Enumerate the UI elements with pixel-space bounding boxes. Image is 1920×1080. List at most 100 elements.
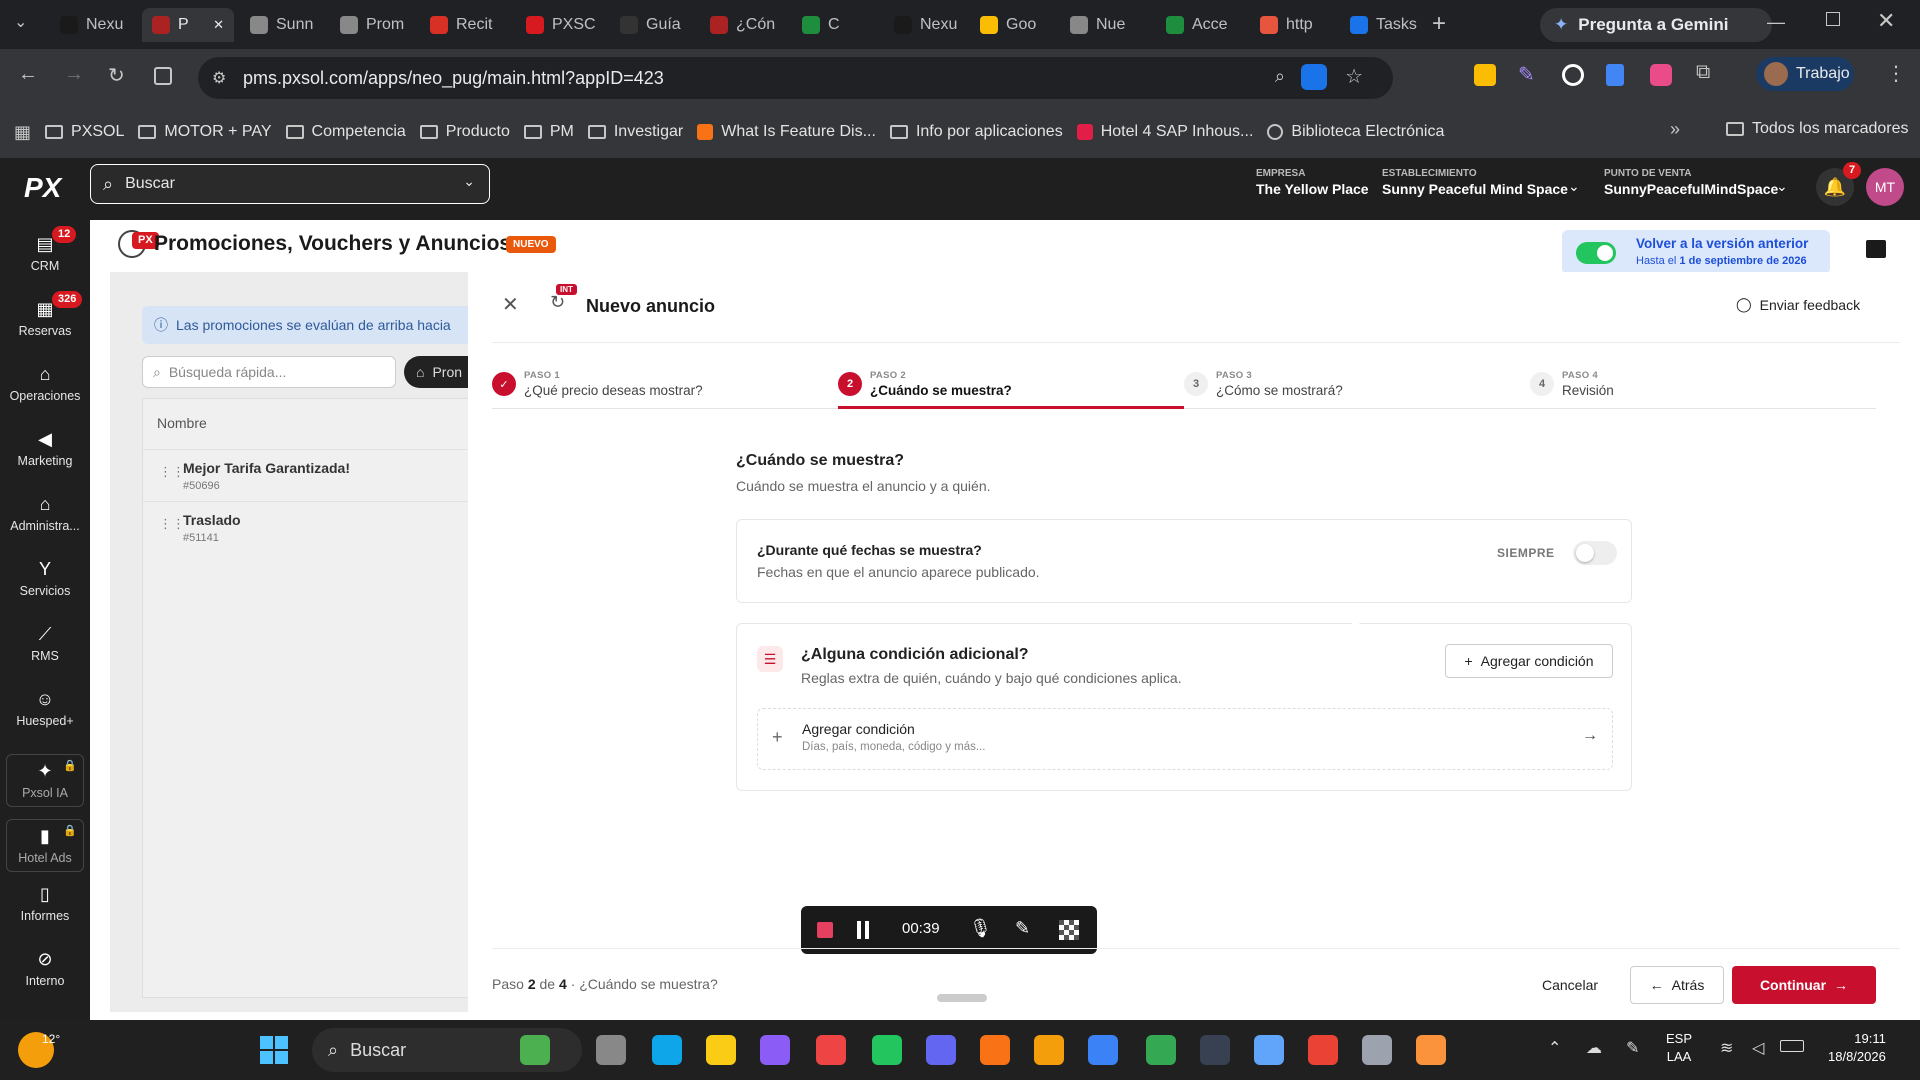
drag-handle-icon[interactable]: ⋮⋮: [159, 516, 185, 532]
extension-pen-icon[interactable]: ✎: [1518, 62, 1535, 87]
paint-icon[interactable]: [1034, 1035, 1064, 1065]
quick-search-input[interactable]: ⌕ Búsqueda rápida...: [142, 356, 396, 388]
microphone-icon[interactable]: 🎙: [969, 918, 992, 939]
sidebar-item[interactable]: ⌂ Administra...: [0, 494, 90, 533]
sidebar-item[interactable]: ⊘ Interno: [0, 949, 90, 988]
browser-tab[interactable]: http: [1250, 8, 1334, 42]
browser-tab[interactable]: C: [792, 8, 878, 42]
establecimiento-selector[interactable]: ESTABLECIMIENTO Sunny Peaceful Mind Spac…: [1382, 168, 1568, 197]
browser-tab[interactable]: Prom: [330, 8, 414, 42]
step-4[interactable]: 4 PASO 4 Revisión: [1530, 364, 1870, 404]
notepad-icon[interactable]: [1254, 1035, 1284, 1065]
user-avatar[interactable]: MT: [1866, 168, 1904, 206]
bookmark-star-icon[interactable]: ☆: [1345, 64, 1363, 89]
bookmark-item[interactable]: MOTOR + PAY: [138, 123, 272, 141]
browser-tab[interactable]: Sunn: [240, 8, 324, 42]
wifi-icon[interactable]: ≋: [1720, 1038, 1733, 1058]
drag-handle-icon[interactable]: ⋮⋮: [159, 464, 185, 480]
close-tab-icon[interactable]: ✕: [213, 17, 224, 33]
punto-venta-selector[interactable]: PUNTO DE VENTA SunnyPeacefulMindSpace: [1604, 168, 1778, 197]
sidebar-item[interactable]: ☺ Huesped+: [0, 689, 90, 728]
sidebar-item[interactable]: ▯ Informes: [0, 884, 90, 923]
browser-tab[interactable]: Nexu: [50, 8, 132, 42]
pause-icon[interactable]: [857, 921, 861, 939]
browser-tab[interactable]: ¿Cón: [700, 8, 786, 42]
legacy-title[interactable]: Volver a la versión anterior: [1636, 236, 1808, 251]
legacy-toggle[interactable]: [1576, 242, 1616, 264]
back-button[interactable]: ← Atrás: [1630, 966, 1724, 1004]
chrome-profile-icon[interactable]: [1308, 1035, 1338, 1065]
sidebar-item[interactable]: ▮ Hotel Ads 🔒: [6, 819, 84, 872]
site-settings-icon[interactable]: ⚙: [212, 68, 226, 88]
bookmark-item[interactable]: PM: [523, 123, 574, 141]
sidebar-item[interactable]: ▤ CRM 12: [0, 226, 90, 273]
browser-tab[interactable]: Recit: [420, 8, 510, 42]
browser-tab[interactable]: Acce: [1156, 8, 1244, 42]
clock[interactable]: 19:11 18/8/2026: [1828, 1030, 1886, 1066]
step-1[interactable]: ✓ PASO 1 ¿Qué precio deseas mostrar?: [492, 364, 832, 404]
scroll-handle[interactable]: [937, 994, 987, 1002]
file-explorer-icon[interactable]: [706, 1035, 736, 1065]
table-row[interactable]: ⋮⋮ Mejor Tarifa Garantizada! #50696: [143, 449, 473, 501]
bookmark-item[interactable]: Info por aplicaciones: [889, 123, 1063, 141]
browser-tab[interactable]: PXSC: [516, 8, 604, 42]
bookmark-item[interactable]: Competencia: [285, 123, 406, 141]
establecimiento-chevron-icon[interactable]: ⌄: [1568, 178, 1580, 195]
language-indicator[interactable]: ESP LAA: [1666, 1030, 1692, 1066]
sidebar-item[interactable]: ⟋ RMS: [0, 624, 90, 663]
step-3[interactable]: 3 PASO 3 ¿Cómo se mostrará?: [1184, 364, 1524, 404]
extension-record-icon[interactable]: [1650, 64, 1672, 86]
tray-chevron-icon[interactable]: ⌃: [1548, 1038, 1561, 1058]
webcam-toggle-icon[interactable]: [1059, 920, 1079, 940]
browser-tab[interactable]: Nexu: [884, 8, 964, 42]
sidebar-item[interactable]: ▦ Reservas 326: [0, 291, 90, 338]
windows-start-icon[interactable]: [260, 1036, 288, 1064]
browser-tab[interactable]: Goo: [970, 8, 1054, 42]
continue-button[interactable]: Continuar →: [1732, 966, 1876, 1004]
restore-icon[interactable]: [1826, 12, 1840, 26]
bookmark-item[interactable]: Investigar: [587, 123, 683, 141]
browser-tab[interactable]: Tasks: [1340, 8, 1426, 42]
all-bookmarks-button[interactable]: Todos los marcadores: [1726, 120, 1909, 138]
table-row[interactable]: ⋮⋮ Traslado #51141: [143, 501, 473, 553]
bookmark-item[interactable]: PXSOL: [45, 123, 124, 141]
bookmarks-overflow-icon[interactable]: »: [1670, 119, 1680, 140]
pen-icon[interactable]: ✎: [1015, 918, 1030, 939]
spiral-app-icon[interactable]: [872, 1035, 902, 1065]
close-window-icon[interactable]: ✕: [1877, 8, 1895, 34]
azure-icon[interactable]: [1088, 1035, 1118, 1065]
send-feedback-button[interactable]: ◯ Enviar feedback: [1736, 296, 1860, 313]
tray-network-drive-icon[interactable]: ☁: [1586, 1038, 1602, 1058]
pdv-chevron-icon[interactable]: ⌄: [1776, 178, 1788, 195]
chrome-icon[interactable]: [1146, 1035, 1176, 1065]
browser-tab[interactable]: Nue: [1060, 8, 1150, 42]
siempre-toggle[interactable]: [1573, 541, 1617, 565]
stop-record-icon[interactable]: [817, 922, 833, 938]
sidebar-item[interactable]: Y Servicios: [0, 559, 90, 598]
bookmark-item[interactable]: Biblioteca Electrónica: [1267, 123, 1444, 141]
profile-button[interactable]: Trabajo: [1756, 57, 1854, 91]
add-condition-row[interactable]: + Agregar condición Días, país, moneda, …: [757, 708, 1613, 770]
reload-icon[interactable]: ↻: [550, 292, 565, 313]
add-condition-button[interactable]: + Agregar condición: [1445, 644, 1613, 678]
settings-icon[interactable]: [1362, 1035, 1392, 1065]
zoom-icon[interactable]: ⌕: [1275, 66, 1285, 87]
browser-tab[interactable]: Guía: [610, 8, 694, 42]
browser-tab[interactable]: P ✕: [142, 8, 234, 42]
close-icon[interactable]: ✕: [502, 292, 519, 317]
gemini-button[interactable]: ✦ Pregunta a Gemini: [1540, 8, 1772, 42]
pxsol-logo[interactable]: PX: [24, 172, 61, 204]
extension-doc-icon[interactable]: [1606, 64, 1624, 86]
sidebar-item[interactable]: ⌂ Operaciones: [0, 364, 90, 403]
extensions-puzzle-icon[interactable]: ⧉: [1696, 61, 1710, 84]
tab-search-chevron-icon[interactable]: ⌄: [14, 12, 27, 32]
step-2[interactable]: 2 PASO 2 ¿Cuándo se muestra?: [838, 364, 1178, 404]
landscape-app-icon[interactable]: [520, 1035, 550, 1065]
terminal-icon[interactable]: [1200, 1035, 1230, 1065]
extension-keep-icon[interactable]: [1474, 64, 1496, 86]
task-view-icon[interactable]: [596, 1035, 626, 1065]
back-icon[interactable]: ←: [18, 63, 38, 86]
bookmark-item[interactable]: What Is Feature Dis...: [697, 123, 876, 141]
install-app-icon[interactable]: [1301, 64, 1327, 90]
cancel-button[interactable]: Cancelar: [1532, 966, 1608, 1004]
